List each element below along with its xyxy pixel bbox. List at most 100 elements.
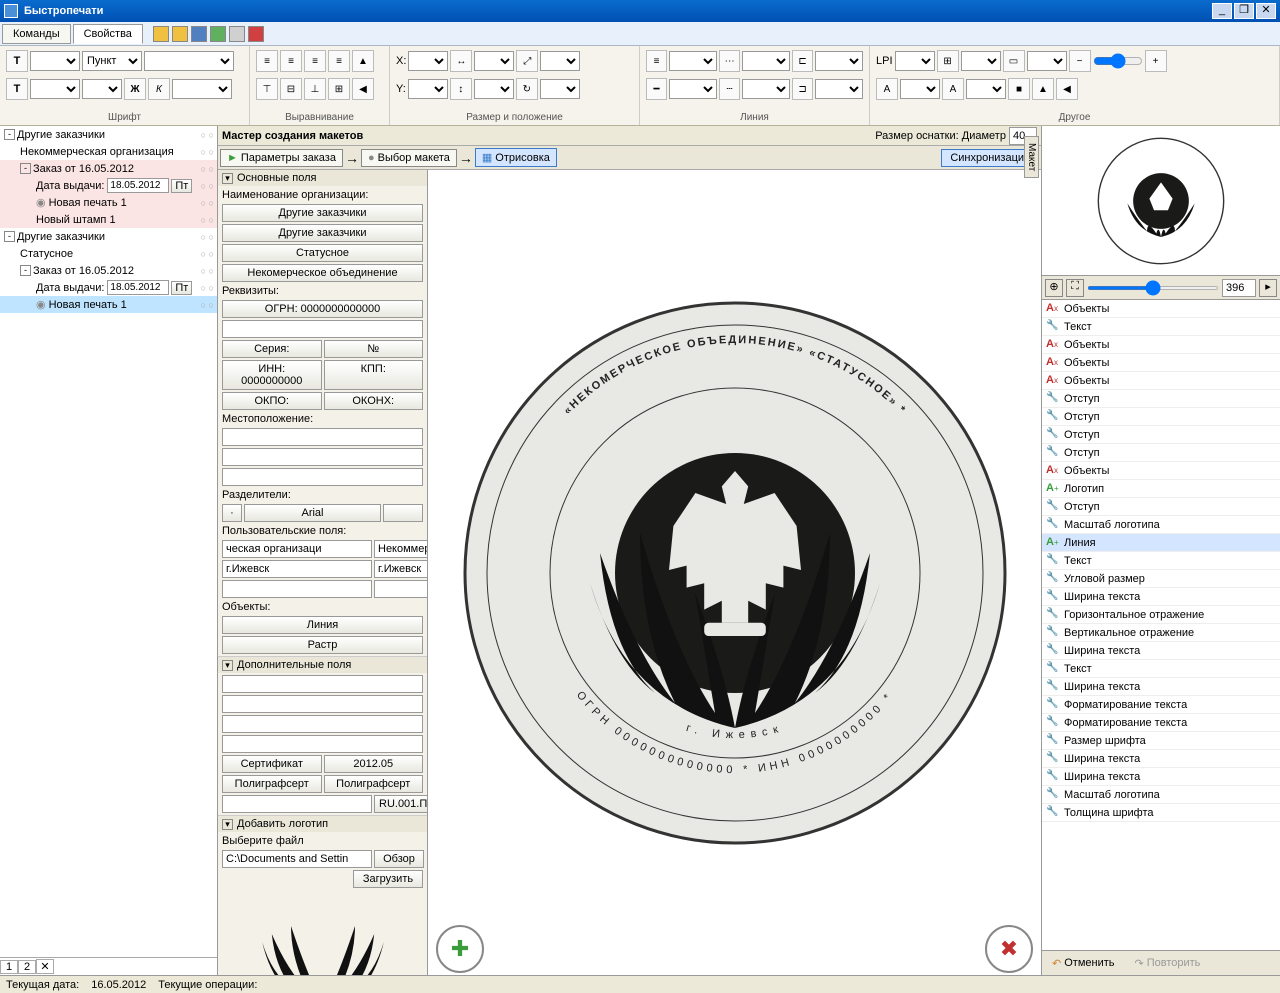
new-icon[interactable]	[172, 26, 188, 42]
tab-properties[interactable]: Свойства	[73, 24, 143, 44]
close-button[interactable]: ✕	[1256, 3, 1276, 19]
line-cap-select[interactable]	[815, 51, 863, 71]
rotate-icon[interactable]: ↻	[516, 78, 538, 100]
line-end-select[interactable]	[815, 79, 863, 99]
section-main[interactable]: ▾Основные поля	[218, 170, 427, 186]
minimize-button[interactable]: _	[1212, 3, 1232, 19]
layer-row[interactable]: 🔧Текст	[1042, 552, 1280, 570]
step-params[interactable]: ►Параметры заказа	[220, 149, 343, 167]
layer-row[interactable]: 🔧Ширина текста	[1042, 678, 1280, 696]
layer-row[interactable]: 🔧Ширина текста	[1042, 588, 1280, 606]
obj-raster[interactable]: Растр	[222, 636, 423, 654]
font-family-select[interactable]	[144, 51, 234, 71]
tree-row[interactable]: Некоммерческая организация○ ○	[0, 143, 217, 160]
open-icon[interactable]	[153, 26, 169, 42]
save-icon[interactable]	[191, 26, 207, 42]
inn-btn[interactable]: ИНН: 0000000000	[222, 360, 322, 390]
size-h-icon[interactable]: ↕	[450, 78, 472, 100]
plus-icon[interactable]: +	[1145, 50, 1167, 72]
tree-row[interactable]: Статусное○ ○	[0, 245, 217, 262]
org-btn-0[interactable]: Другие заказчики	[222, 204, 423, 222]
layer-row[interactable]: 🔧Форматирование текста	[1042, 714, 1280, 732]
layer-row[interactable]: AxОбъекты	[1042, 462, 1280, 480]
color-icon[interactable]: ■	[1008, 78, 1030, 100]
zoom-full-icon[interactable]: ⛶	[1066, 279, 1084, 297]
scale-icon[interactable]: ⤢	[516, 50, 538, 72]
ru-empty[interactable]	[222, 795, 372, 813]
line-style-icon[interactable]: ≡	[646, 50, 667, 72]
line-end-icon[interactable]: ⊐	[792, 78, 813, 100]
layer-row[interactable]: 🔧Отступ	[1042, 444, 1280, 462]
loc-field[interactable]	[222, 428, 423, 446]
obj-line[interactable]: Линия	[222, 616, 423, 634]
page-2[interactable]: 2	[18, 960, 36, 974]
page-1[interactable]: 1	[0, 960, 18, 974]
file-path[interactable]	[222, 850, 372, 868]
layer-row[interactable]: AxОбъекты	[1042, 354, 1280, 372]
kern-field[interactable]	[900, 79, 940, 99]
scale-field[interactable]	[540, 51, 580, 71]
rot-field[interactable]	[540, 79, 580, 99]
layer-row[interactable]: 🔧Вертикальное отражение	[1042, 624, 1280, 642]
seria-btn[interactable]: Серия:	[222, 340, 322, 358]
tree-row[interactable]: ◉Новая печать 1○ ○	[0, 194, 217, 211]
tree-row[interactable]: -Другие заказчики○ ○	[0, 126, 217, 143]
line-w-select[interactable]	[669, 79, 717, 99]
h-field[interactable]	[474, 79, 514, 99]
line-style-select[interactable]	[669, 51, 717, 71]
tree-row[interactable]: Дата выдачи:Пт○ ○	[0, 279, 217, 296]
ogrn-extra[interactable]	[222, 320, 423, 338]
approve-stamp-icon[interactable]: ✚	[436, 925, 484, 973]
flip-v-icon[interactable]: ◀	[352, 78, 374, 100]
mirror-h-icon[interactable]: ▲	[1032, 78, 1054, 100]
mirror-v-icon[interactable]: ◀	[1056, 78, 1078, 100]
layer-row[interactable]: 🔧Горизонтальное отражение	[1042, 606, 1280, 624]
layer-row[interactable]: 🔧Ширина текста	[1042, 750, 1280, 768]
section-logo[interactable]: ▾Добавить логотип	[218, 816, 427, 832]
y-field[interactable]	[408, 79, 448, 99]
x-field[interactable]	[408, 51, 448, 71]
line-dash-select[interactable]	[742, 51, 790, 71]
extra3[interactable]	[222, 715, 423, 733]
number-btn[interactable]: №	[324, 340, 424, 358]
layer-row[interactable]: 🔧Ширина текста	[1042, 768, 1280, 786]
zoom-set-icon[interactable]: ▸	[1259, 279, 1277, 297]
layer-row[interactable]: 🔧Отступ	[1042, 408, 1280, 426]
user2a[interactable]	[222, 560, 372, 578]
layer-row[interactable]: 🔧Ширина текста	[1042, 642, 1280, 660]
tab-commands[interactable]: Команды	[2, 24, 71, 44]
layer-row[interactable]: AxОбъекты	[1042, 372, 1280, 390]
grid-field[interactable]	[961, 51, 1001, 71]
layer-row[interactable]: AxОбъекты	[1042, 300, 1280, 318]
cert-btn[interactable]: Сертификат	[222, 755, 322, 773]
text-tool-icon[interactable]: T	[6, 50, 28, 72]
preview-tab[interactable]: Макет	[1024, 136, 1039, 178]
tree-row[interactable]: -Другие заказчики○ ○	[0, 228, 217, 245]
loc-field2[interactable]	[222, 448, 423, 466]
valign-bot-icon[interactable]: ⊥	[304, 78, 326, 100]
layer-row[interactable]: AxОбъекты	[1042, 336, 1280, 354]
layer-row[interactable]: 🔧Отступ	[1042, 390, 1280, 408]
poly2-btn[interactable]: Полиграфсерт	[324, 775, 424, 793]
font-style-select[interactable]	[172, 79, 232, 99]
lpi-field[interactable]	[895, 51, 935, 71]
user2b[interactable]	[374, 560, 428, 578]
w-field[interactable]	[474, 51, 514, 71]
ru-btn[interactable]: RU.001.П	[374, 795, 428, 813]
zoom-fit-icon[interactable]: ⊕	[1045, 279, 1063, 297]
tree-row[interactable]: ◉Новая печать 1○ ○	[0, 296, 217, 313]
align-justify-icon[interactable]: ≡	[328, 50, 350, 72]
track-icon[interactable]: A	[942, 78, 964, 100]
other-slider[interactable]	[1093, 53, 1143, 69]
step-layout[interactable]: ●Выбор макета	[361, 149, 457, 167]
font-size2-select[interactable]	[30, 79, 80, 99]
layer-row[interactable]: 🔧Отступ	[1042, 426, 1280, 444]
ogrn-btn[interactable]: ОГРН: 0000000000000	[222, 300, 423, 318]
layer-row[interactable]: 🔧Толщина шрифта	[1042, 804, 1280, 822]
kpp-btn[interactable]: КПП:	[324, 360, 424, 390]
okpo-btn[interactable]: ОКПО:	[222, 392, 322, 410]
user3b[interactable]	[374, 580, 428, 598]
layer-row[interactable]: 🔧Отступ	[1042, 498, 1280, 516]
extra1[interactable]	[222, 675, 423, 693]
line-gap-icon[interactable]: ┄	[719, 78, 740, 100]
